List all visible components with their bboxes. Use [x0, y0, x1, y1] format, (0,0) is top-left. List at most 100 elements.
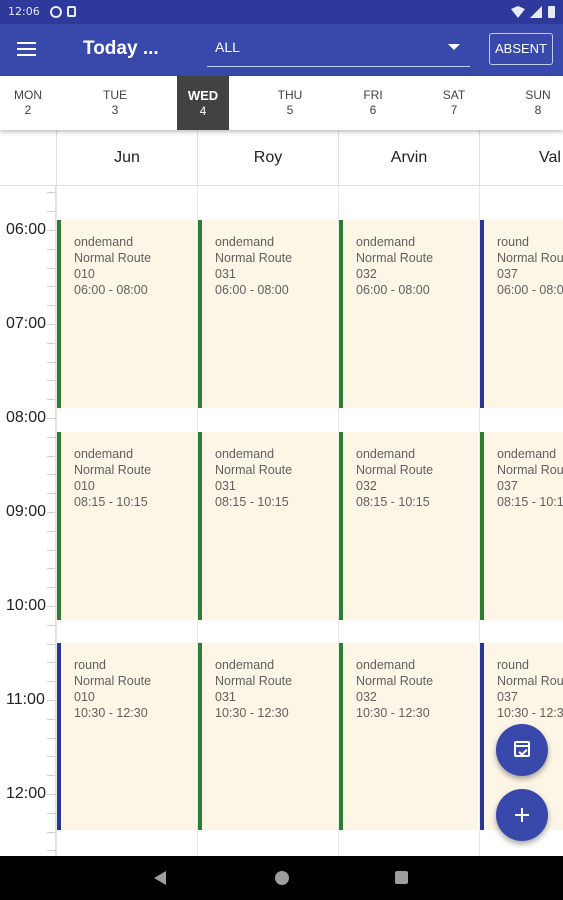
shift-card[interactable]: ondemand Normal Route 010 08:15 - 10:15: [57, 431, 196, 620]
time-tick: [47, 606, 55, 607]
day-number: 8: [534, 103, 542, 117]
shift-card[interactable]: round Normal Route 037 06:00 - 08:00: [480, 220, 563, 408]
shift-code: 010: [74, 267, 95, 281]
time-tick: [47, 662, 55, 664]
time-tick: [47, 248, 55, 250]
absent-button[interactable]: ABSENT: [489, 33, 553, 65]
hour-label: 07:00: [6, 315, 47, 332]
day-number: 3: [111, 103, 119, 117]
time-tick: [47, 361, 55, 363]
shift-code: 032: [356, 267, 377, 281]
battery-icon: [548, 6, 555, 18]
status-bar: 12:06: [0, 0, 563, 24]
day-tab-mon[interactable]: MON 2: [2, 76, 54, 130]
day-name: SUN: [525, 88, 551, 102]
shift-type: ondemand: [497, 446, 557, 461]
shift-card[interactable]: ondemand Normal Route 032 08:15 - 10:15: [339, 431, 478, 620]
day-tab-thu[interactable]: THU 5: [264, 76, 316, 130]
time-tick: [47, 530, 55, 532]
day-number: 6: [369, 103, 377, 117]
day-number: 5: [286, 103, 294, 117]
weekday-tabs: MON 2 TUE 3 WED 4 THU 5 FRI 6 SAT 7 SUN 8: [0, 76, 563, 130]
shift-card[interactable]: ondemand Normal Route 032 06:00 - 08:00: [339, 220, 478, 408]
time-tick: [47, 775, 55, 777]
shift-time: 10:30 - 12:30: [74, 706, 148, 720]
hour-label: 08:00: [6, 409, 47, 426]
home-icon[interactable]: [275, 871, 289, 885]
time-tick: [47, 286, 55, 288]
shift-route: Normal Route: [356, 462, 434, 477]
shift-time: 08:15 - 10:15: [356, 494, 430, 509]
recents-icon[interactable]: [395, 871, 408, 884]
time-tick: [47, 455, 55, 457]
day-tab-tue[interactable]: TUE 3: [89, 76, 141, 130]
shift-code: 031: [215, 267, 236, 281]
time-tick: [47, 643, 55, 645]
day-tab-wed[interactable]: WED 4: [177, 76, 229, 130]
day-number: 7: [450, 103, 458, 117]
time-tick: [47, 624, 55, 626]
add-shift-fab[interactable]: [496, 789, 548, 841]
shift-code: 037: [497, 267, 518, 281]
time-tick: [47, 211, 55, 213]
shift-code: 031: [215, 690, 236, 704]
shift-time: 10:30 - 12:30: [356, 706, 430, 720]
shift-code: 037: [497, 690, 518, 704]
time-tick: [47, 512, 55, 513]
employee-column-arvin[interactable]: Arvin: [338, 130, 479, 186]
employee-column-val[interactable]: Val: [479, 130, 563, 186]
day-tab-sat[interactable]: SAT 7: [428, 76, 480, 130]
shift-card[interactable]: ondemand Normal Route 031 10:30 - 12:30: [198, 643, 337, 830]
time-tick: [47, 493, 55, 495]
shift-time: 08:15 - 10:15: [215, 494, 289, 509]
dropdown-icon: [448, 44, 460, 50]
shift-type: ondemand: [215, 446, 275, 461]
shift-time: 10:30 - 12:30: [215, 706, 289, 720]
shift-code: 010: [74, 478, 95, 493]
time-tick: [47, 794, 55, 795]
hour-label: 11:00: [6, 691, 45, 708]
sd-card-icon: [67, 6, 76, 17]
time-tick: [47, 718, 55, 720]
shift-route: Normal Route: [215, 462, 293, 477]
calendar-check-icon: [514, 741, 530, 757]
day-tab-fri[interactable]: FRI 6: [347, 76, 399, 130]
back-icon[interactable]: [154, 871, 166, 885]
shift-route: Normal Route: [497, 462, 563, 477]
time-tick: [47, 568, 55, 570]
status-time: 12:06: [8, 5, 40, 18]
day-tab-sun[interactable]: SUN 8: [512, 76, 563, 130]
hour-label: 09:00: [6, 503, 47, 520]
shift-card[interactable]: ondemand Normal Route 031 08:15 - 10:15: [198, 431, 337, 620]
calendar-fab[interactable]: [496, 724, 548, 776]
shift-card[interactable]: ondemand Normal Route 031 06:00 - 08:00: [198, 220, 337, 408]
shift-card[interactable]: ondemand Normal Route 032 10:30 - 12:30: [339, 643, 478, 830]
day-name: TUE: [103, 88, 127, 102]
hour-label: 10:00: [6, 597, 47, 614]
time-tick: [47, 305, 55, 307]
shift-route: Normal Route: [74, 462, 152, 477]
employee-column-roy[interactable]: Roy: [197, 130, 338, 186]
shift-card[interactable]: ondemandNormal Route03708:15 - 10:15: [480, 431, 563, 620]
hour-label: 06:00: [6, 221, 47, 238]
menu-icon[interactable]: [17, 41, 36, 57]
shift-code: 032: [356, 690, 377, 704]
system-nav-bar: [0, 856, 563, 900]
shift-type: round: [74, 658, 106, 672]
shift-card[interactable]: ondemand Normal Route 010 06:00 - 08:00: [57, 220, 196, 408]
shift-type: ondemand: [356, 658, 416, 672]
time-tick: [47, 700, 55, 701]
day-name: THU: [277, 88, 303, 102]
shift-card[interactable]: round Normal Route 010 10:30 - 12:30: [57, 643, 196, 830]
page-title[interactable]: Today ...: [83, 38, 159, 60]
shift-route: Normal Route: [497, 251, 563, 265]
time-tick: [47, 192, 55, 194]
employee-column-jun[interactable]: Jun: [56, 130, 197, 186]
time-tick: [47, 850, 55, 852]
shift-code: 031: [215, 478, 236, 493]
day-name: MON: [14, 88, 42, 102]
shift-route: Normal Route: [356, 251, 434, 265]
filter-dropdown[interactable]: ALL: [207, 32, 470, 67]
time-tick: [47, 681, 55, 683]
time-tick: [47, 418, 55, 419]
